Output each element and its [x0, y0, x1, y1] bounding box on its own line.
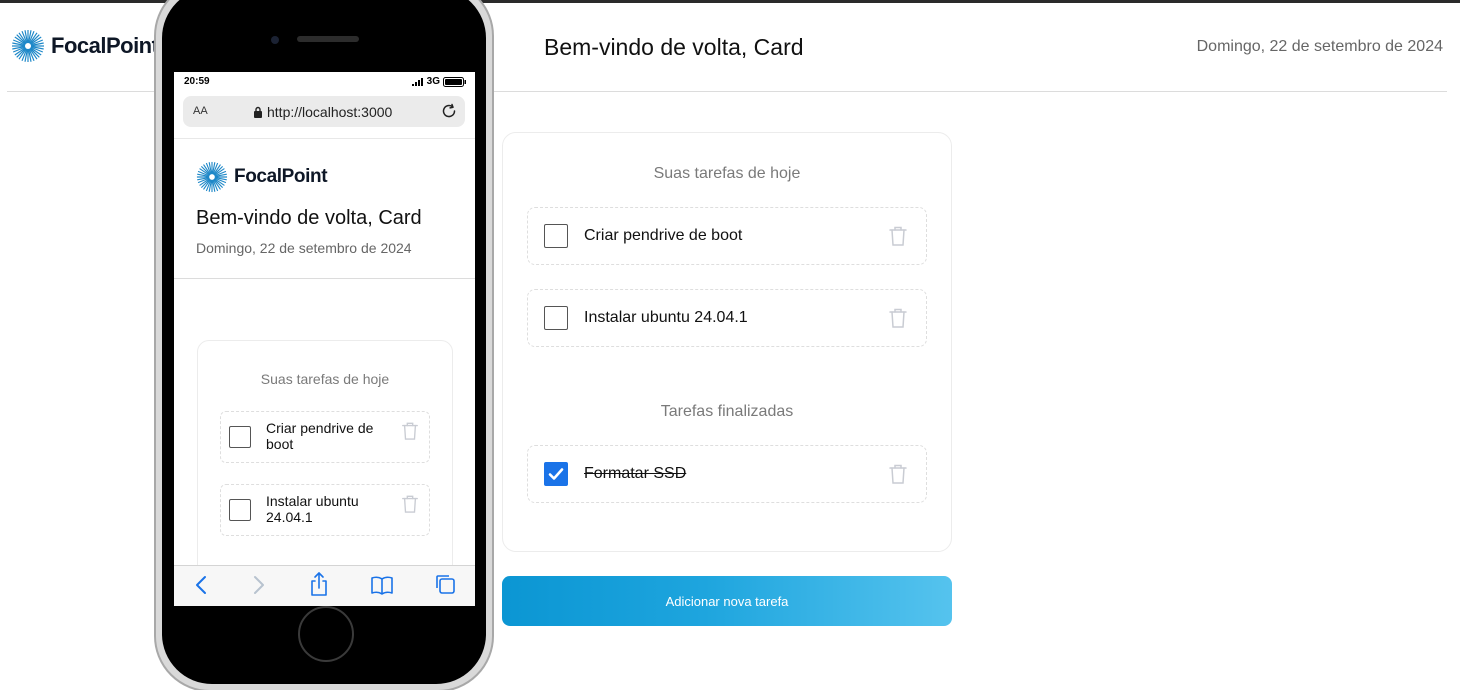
mobile-page-title: Bem-vindo de volta, Card [196, 207, 422, 229]
browser-toolbar [174, 565, 475, 606]
trash-icon[interactable] [888, 225, 908, 247]
tasks-card: Suas tarefas de hoje Criar pendrive de b… [502, 132, 952, 552]
url-text: http://localhost:3000 [267, 104, 393, 120]
task-checkbox[interactable] [229, 499, 251, 521]
forward-icon[interactable] [252, 574, 266, 596]
task-item[interactable]: Instalar ubuntu 24.04.1 [527, 289, 927, 347]
brand-name: FocalPoint [234, 166, 328, 187]
mobile-brand-logo[interactable]: FocalPoint [196, 161, 328, 193]
task-label: Instalar ubuntu 24.04.1 [266, 493, 359, 525]
brand-name: FocalPoint [51, 33, 159, 58]
mobile-today-tasks-title: Suas tarefas de hoje [260, 371, 390, 387]
task-label: Instalar ubuntu 24.04.1 [584, 309, 748, 326]
finished-tasks-title: Tarefas finalizadas [660, 403, 794, 420]
trash-icon[interactable] [888, 307, 908, 329]
task-checkbox[interactable] [544, 224, 568, 248]
brand-logo[interactable]: FocalPoint [11, 29, 159, 63]
browser-url-bar[interactable]: AA http://localhost:3000 [183, 96, 465, 127]
mobile-current-date: Domingo, 22 de setembro de 2024 [196, 240, 412, 256]
checkmark-icon [548, 468, 564, 480]
phone-screen: 20:59 3G AA http://localhost:3000 FocalP… [174, 72, 475, 606]
sunburst-logo-icon [196, 161, 228, 193]
page-title: Bem-vindo de volta, Card [544, 34, 804, 60]
task-checkbox[interactable] [229, 426, 251, 448]
current-date: Domingo, 22 de setembro de 2024 [1196, 38, 1443, 55]
share-icon[interactable] [308, 571, 330, 597]
status-time: 20:59 [184, 76, 210, 87]
home-button[interactable] [298, 606, 354, 662]
task-item[interactable]: Criar pendrive de boot [527, 207, 927, 265]
text-size-button[interactable]: AA [193, 105, 208, 117]
battery-icon [443, 76, 466, 87]
mobile-task-item[interactable]: Criar pendrive de boot [220, 411, 430, 463]
task-checkbox-checked[interactable] [544, 462, 568, 486]
mobile-app-header: FocalPoint Bem-vindo de volta, Card Domi… [174, 138, 475, 279]
trash-icon[interactable] [401, 494, 419, 514]
front-camera [271, 36, 279, 44]
sunburst-logo-icon [12, 30, 44, 62]
task-label: Formatar SSD [584, 465, 687, 482]
signal-icon [411, 77, 423, 86]
add-task-button[interactable]: Adicionar nova tarefa [502, 576, 952, 626]
task-label: Criar pendrive de boot [266, 420, 374, 452]
task-item-completed[interactable]: Formatar SSD [527, 445, 927, 503]
mobile-task-item[interactable]: Instalar ubuntu 24.04.1 [220, 484, 430, 536]
url-field[interactable]: http://localhost:3000 [253, 104, 392, 120]
tabs-icon[interactable] [434, 573, 456, 595]
network-type: 3G [426, 76, 440, 87]
back-icon[interactable] [194, 574, 208, 596]
status-bar: 20:59 3G [174, 72, 475, 92]
trash-icon[interactable] [401, 421, 419, 441]
trash-icon[interactable] [888, 463, 908, 485]
lock-icon [254, 106, 262, 118]
bookmarks-icon[interactable] [370, 575, 394, 595]
task-checkbox[interactable] [544, 306, 568, 330]
mobile-tasks-card: Suas tarefas de hoje Criar pendrive de b… [197, 340, 453, 600]
task-label: Criar pendrive de boot [584, 227, 743, 244]
reload-icon[interactable] [440, 102, 458, 120]
status-network: 3G [411, 76, 467, 87]
today-tasks-title: Suas tarefas de hoje [653, 165, 801, 182]
earpiece-speaker [297, 36, 359, 42]
